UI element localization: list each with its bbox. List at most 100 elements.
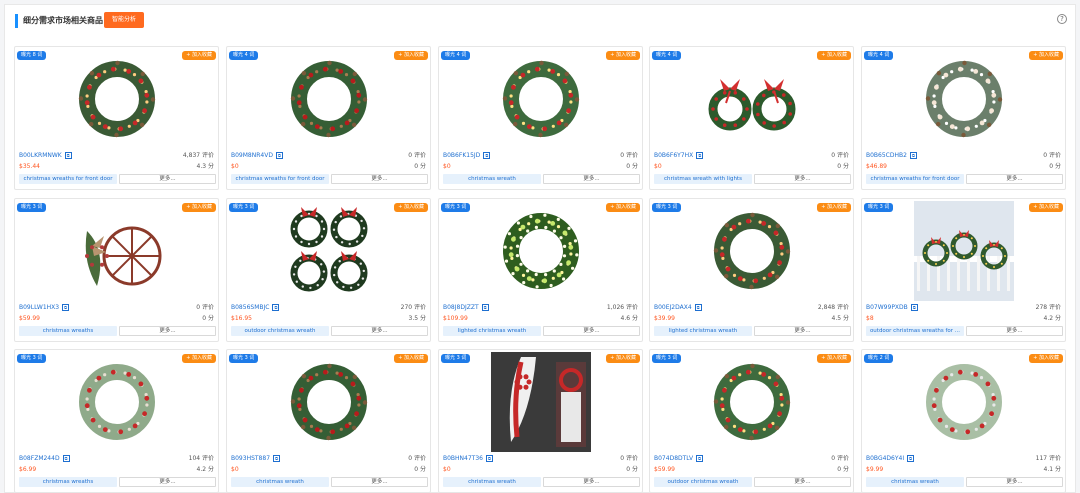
wreath-image[interactable] [279, 49, 379, 149]
add-favorite-button[interactable]: + 加入收藏 [1029, 203, 1063, 212]
twin-bows-image[interactable] [702, 49, 802, 149]
wreath-image[interactable] [279, 352, 379, 452]
wagon-wheel-image[interactable] [67, 201, 167, 301]
product-card[interactable]: 曝光 3 词 + 加入收藏 B08J8DJZZT ⧉ 1,026 评价 $109.99 4.… [438, 198, 643, 342]
asin-link[interactable]: B0856SMBJC [231, 304, 269, 311]
more-keywords-button[interactable]: 更多... [543, 477, 640, 487]
asin-link[interactable]: B0B65CDHB2 [866, 152, 907, 159]
keyword-tag[interactable]: outdoor christmas wreath [231, 326, 329, 336]
add-favorite-button[interactable]: + 加入收藏 [817, 203, 851, 212]
asin-link[interactable]: B074D8DTLV [654, 455, 693, 462]
keyword-tag[interactable]: outdoor christmas wreath [654, 477, 752, 487]
add-favorite-button[interactable]: + 加入收藏 [606, 51, 640, 60]
more-keywords-button[interactable]: 更多... [966, 174, 1063, 184]
wreath-image[interactable] [914, 352, 1014, 452]
asin-link-row[interactable]: B0856SMBJC ⧉ [231, 304, 280, 312]
add-favorite-button[interactable]: + 加入收藏 [1029, 51, 1063, 60]
product-card[interactable]: 曝光 3 词 + 加入收藏 B07W99PXDB ⧉ 278 评价 $8 4.2 分 outd… [861, 198, 1066, 342]
keyword-tag[interactable]: christmas wreaths for front door [231, 174, 329, 184]
smart-analysis-button[interactable]: 智能分析 [104, 12, 145, 28]
asin-link[interactable]: B00LKRMNWK [19, 152, 62, 159]
asin-link[interactable]: B09M8NR4VD [231, 152, 273, 159]
wreath-image[interactable] [67, 49, 167, 149]
more-keywords-button[interactable]: 更多... [966, 477, 1063, 487]
keyword-tag[interactable]: christmas wreaths for front door [866, 174, 964, 184]
asin-link-row[interactable]: B00LKRMNWK ⧉ [19, 152, 72, 160]
product-card[interactable]: 曝光 3 词 + 加入收藏 B0BHN47T36 ⧉ 0 评价 $0 0 分 christma… [438, 349, 643, 493]
copy-icon[interactable]: ⧉ [696, 455, 704, 462]
copy-icon[interactable]: ⧉ [62, 304, 70, 311]
more-keywords-button[interactable]: 更多... [119, 326, 216, 336]
copy-icon[interactable]: ⧉ [485, 455, 493, 462]
asin-link[interactable]: B00EJ2DAX4 [654, 304, 692, 311]
asin-link-row[interactable]: B0B6FK15JD ⧉ [443, 152, 491, 160]
keyword-tag[interactable]: christmas wreaths [19, 477, 117, 487]
asin-link[interactable]: B0BHN47T36 [443, 455, 483, 462]
asin-link[interactable]: B08FZM244D [19, 455, 60, 462]
wreath-image[interactable] [702, 352, 802, 452]
wreath-image[interactable] [914, 49, 1014, 149]
product-card[interactable]: 曝光 4 词 + 加入收藏 B0B65CDHB2 ⧉ 0 评价 $46.89 0 分 chri… [861, 46, 1066, 190]
keyword-tag[interactable]: lighted christmas wreath [443, 326, 541, 336]
asin-link-row[interactable]: B0BHN47T36 ⧉ [443, 455, 493, 463]
copy-icon[interactable]: ⧉ [481, 304, 489, 311]
copy-icon[interactable]: ⧉ [62, 455, 70, 462]
product-card[interactable]: 曝光 4 词 + 加入收藏 B09M8NR4VD ⧉ 0 评价 $0 0 分 christma… [226, 46, 431, 190]
keyword-tag[interactable]: lighted christmas wreath [654, 326, 752, 336]
more-keywords-button[interactable]: 更多... [119, 174, 216, 184]
keyword-tag[interactable]: outdoor christmas wreaths for ... [866, 326, 964, 336]
asin-link-row[interactable]: B08J8DJZZT ⧉ [443, 304, 489, 312]
wreath-image[interactable] [491, 201, 591, 301]
product-card[interactable]: 曝光 8 词 + 加入收藏 B00LKRMNWK ⧉ 4,837 评价 $35.44 4.3… [14, 46, 219, 190]
add-favorite-button[interactable]: + 加入收藏 [606, 354, 640, 363]
keyword-tag[interactable]: christmas wreath [443, 174, 541, 184]
asin-link-row[interactable]: B0BG4D6Y4I ⧉ [866, 455, 915, 463]
asin-link-row[interactable]: B09M8NR4VD ⧉ [231, 152, 283, 160]
more-keywords-button[interactable]: 更多... [331, 326, 428, 336]
add-favorite-button[interactable]: + 加入收藏 [394, 203, 428, 212]
product-card[interactable]: 曝光 3 词 + 加入收藏 B093HST887 ⧉ 0 评价 $0 0 分 christma… [226, 349, 431, 493]
product-card[interactable]: 曝光 4 词 + 加入收藏 B0B6FK15JD ⧉ 0 评价 $0 0 分 christma… [438, 46, 643, 190]
product-card[interactable]: 曝光 3 词 + 加入收藏 B00EJ2DAX4 ⧉ 2,848 评价 $39.99 4.5… [649, 198, 854, 342]
asin-link[interactable]: B0B6FK15JD [443, 152, 480, 159]
copy-icon[interactable]: ⧉ [696, 152, 704, 159]
four-wreaths-image[interactable] [279, 201, 379, 301]
asin-link-row[interactable]: B0B6F6Y7HX ⧉ [654, 152, 704, 160]
asin-link-row[interactable]: B07W99PXDB ⧉ [866, 304, 918, 312]
more-keywords-button[interactable]: 更多... [331, 477, 428, 487]
more-keywords-button[interactable]: 更多... [966, 326, 1063, 336]
swag-image[interactable] [490, 352, 591, 452]
wreath-image[interactable] [702, 201, 802, 301]
copy-icon[interactable]: ⧉ [483, 152, 491, 159]
copy-icon[interactable]: ⧉ [694, 304, 702, 311]
add-favorite-button[interactable]: + 加入收藏 [182, 354, 216, 363]
keyword-tag[interactable]: christmas wreath [231, 477, 329, 487]
add-favorite-button[interactable]: + 加入收藏 [394, 51, 428, 60]
asin-link-row[interactable]: B08FZM244D ⧉ [19, 455, 70, 463]
more-keywords-button[interactable]: 更多... [543, 326, 640, 336]
add-favorite-button[interactable]: + 加入收藏 [817, 354, 851, 363]
copy-icon[interactable]: ⧉ [907, 455, 915, 462]
add-favorite-button[interactable]: + 加入收藏 [182, 203, 216, 212]
keyword-tag[interactable]: christmas wreath [443, 477, 541, 487]
add-favorite-button[interactable]: + 加入收藏 [394, 354, 428, 363]
asin-link-row[interactable]: B0B65CDHB2 ⧉ [866, 152, 917, 160]
product-card[interactable]: 曝光 4 词 + 加入收藏 B0B6F6Y7HX ⧉ 0 评价 $0 0 分 christma… [649, 46, 854, 190]
copy-icon[interactable]: ⧉ [909, 152, 917, 159]
keyword-tag[interactable]: christmas wreath with lights [654, 174, 752, 184]
asin-link-row[interactable]: B093HST887 ⧉ [231, 455, 281, 463]
product-card[interactable]: 曝光 3 词 + 加入收藏 B08FZM244D ⧉ 104 评价 $6.99 4.2 分 c… [14, 349, 219, 493]
asin-link-row[interactable]: B00EJ2DAX4 ⧉ [654, 304, 702, 312]
copy-icon[interactable]: ⧉ [272, 304, 280, 311]
add-favorite-button[interactable]: + 加入收藏 [817, 51, 851, 60]
more-keywords-button[interactable]: 更多... [754, 174, 851, 184]
more-keywords-button[interactable]: 更多... [543, 174, 640, 184]
more-keywords-button[interactable]: 更多... [119, 477, 216, 487]
help-icon[interactable]: ? [1057, 14, 1067, 24]
asin-link-row[interactable]: B09LLW1HX3 ⧉ [19, 304, 70, 312]
asin-link[interactable]: B09LLW1HX3 [19, 304, 59, 311]
asin-link[interactable]: B07W99PXDB [866, 304, 908, 311]
more-keywords-button[interactable]: 更多... [754, 477, 851, 487]
more-keywords-button[interactable]: 更多... [331, 174, 428, 184]
product-card[interactable]: 曝光 3 词 + 加入收藏 B0856SMBJC ⧉ 270 评价 $16.95 3.5 分… [226, 198, 431, 342]
